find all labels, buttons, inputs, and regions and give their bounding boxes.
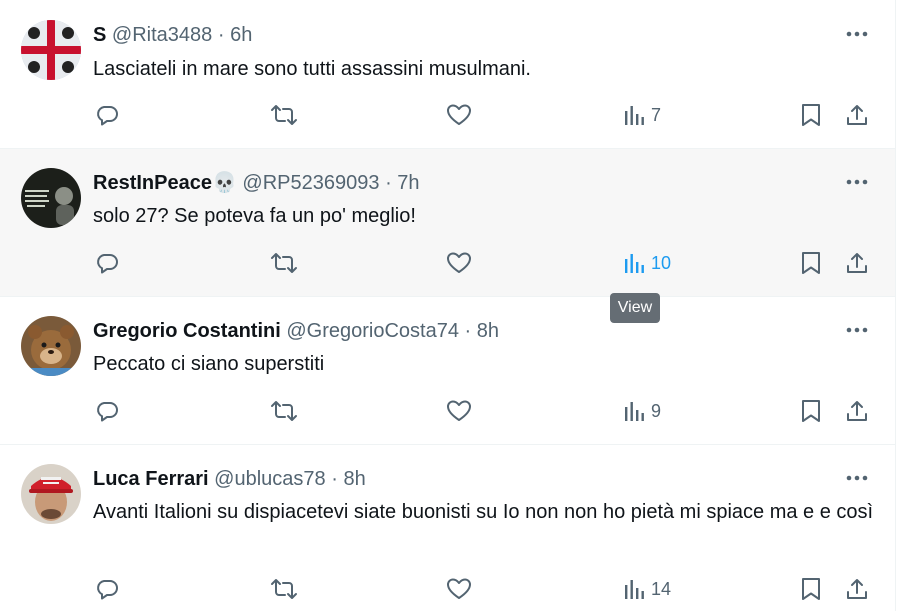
tweet-header: S @Rita3488 · 6h [93,23,252,47]
retweet-button[interactable] [270,399,298,423]
tweet-header: Gregorio Costantini @GregorioCosta74 · 8… [93,319,499,343]
display-name[interactable]: S [93,24,106,46]
share-icon [847,401,867,421]
reply-button[interactable] [95,577,119,601]
views-count: 14 [651,578,672,599]
bookmark-icon [802,578,820,600]
bookmark-button[interactable] [800,103,822,127]
reply-icon [97,402,118,422]
reply-button[interactable] [95,251,119,275]
retweet-button[interactable] [270,577,298,601]
bookmark-icon [802,104,820,126]
bookmark-button[interactable] [800,251,822,275]
tweet-header: RestInPeace💀 @RP52369093 · 7h [93,171,420,195]
timestamp[interactable]: 8h [343,468,365,490]
reply-button[interactable] [95,399,119,423]
tweet[interactable]: S @Rita3488 · 6h Lasciateli in mare sono… [0,0,895,149]
tweet[interactable]: RestInPeace💀 @RP52369093 · 7h solo 27? S… [0,149,895,297]
views-icon [625,254,644,273]
views-tooltip: View [610,293,660,323]
share-button[interactable] [845,399,869,423]
views-icon [625,402,644,421]
views-icon [625,106,644,125]
share-button[interactable] [845,577,869,601]
like-button[interactable] [446,251,472,275]
separator: · [385,172,392,194]
more-icon[interactable] [842,468,872,488]
bookmark-icon [802,252,820,274]
views-icon [625,580,644,599]
reply-icon [97,106,118,126]
retweet-icon [271,253,297,273]
tweet-text: Peccato ci siano superstiti [93,353,325,375]
views-button[interactable]: 10 [624,251,671,275]
separator: · [331,468,338,490]
avatar[interactable] [21,316,81,376]
share-icon [847,105,867,125]
share-icon [847,579,867,599]
tweet-header: Luca Ferrari @ublucas78 · 8h [93,467,366,491]
like-icon [447,104,471,125]
retweet-icon [271,401,297,421]
tweet-text: Avanti Italioni su dispiacetevi siate bu… [93,501,874,523]
reply-icon [97,254,118,274]
bookmark-button[interactable] [800,399,822,423]
handle[interactable]: @GregorioCosta74 [286,320,459,342]
views-button[interactable]: 9 [624,399,661,423]
retweet-button[interactable] [270,251,298,275]
share-button[interactable] [845,251,869,275]
like-icon [447,400,471,421]
views-count: 9 [651,400,662,421]
reply-button[interactable] [95,103,119,127]
timeline-border [895,0,896,611]
retweet-icon [271,579,297,599]
like-icon [447,252,471,273]
like-button[interactable] [446,577,472,601]
display-name[interactable]: Gregorio Costantini [93,320,281,342]
timestamp[interactable]: 8h [477,320,499,342]
separator: · [464,320,472,342]
handle[interactable]: @RP52369093 [242,172,379,194]
avatar[interactable] [21,20,81,80]
timestamp[interactable]: 6h [230,24,252,46]
more-icon[interactable] [842,172,872,192]
tweet[interactable]: Luca Ferrari @ublucas78 · 8h Avanti Ital… [0,445,895,611]
tweet[interactable]: Gregorio Costantini @GregorioCosta74 · 8… [0,297,895,445]
more-icon[interactable] [842,320,872,340]
bookmark-button[interactable] [800,577,822,601]
display-name[interactable]: RestInPeace💀 [93,172,237,194]
tweet-text: Lasciateli in mare sono tutti assassini … [93,58,531,80]
like-button[interactable] [446,399,472,423]
avatar[interactable] [21,168,81,228]
avatar[interactable] [21,464,81,524]
views-button[interactable]: 7 [624,103,661,127]
timestamp[interactable]: 7h [397,172,419,194]
handle[interactable]: @ublucas78 [214,468,325,490]
bookmark-icon [802,400,820,422]
like-button[interactable] [446,103,472,127]
share-icon [847,253,867,273]
views-button[interactable]: 14 [624,577,671,601]
share-button[interactable] [845,103,869,127]
display-name[interactable]: Luca Ferrari [93,468,209,490]
more-icon[interactable] [842,24,872,44]
tweet-text: solo 27? Se poteva fa un po' meglio! [93,205,416,227]
separator: · [217,24,225,46]
retweet-icon [271,105,297,125]
views-count: 10 [651,252,672,273]
reply-icon [97,580,118,600]
retweet-button[interactable] [270,103,298,127]
views-count: 7 [651,104,662,125]
handle[interactable]: @Rita3488 [112,24,212,46]
like-icon [447,578,471,599]
